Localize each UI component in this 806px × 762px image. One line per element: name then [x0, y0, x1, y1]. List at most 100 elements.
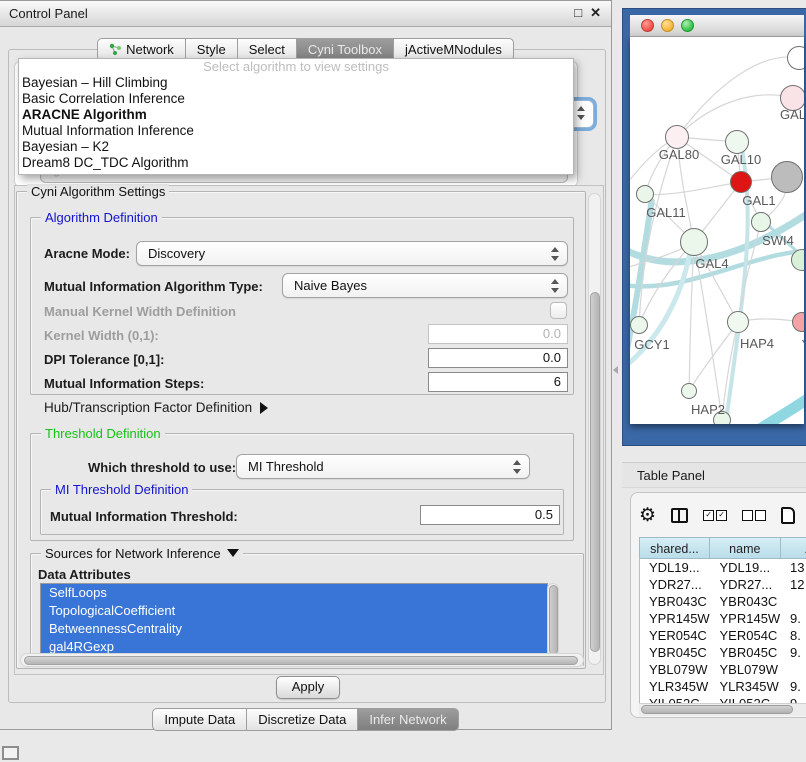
docked-panel-icon[interactable] [2, 746, 19, 760]
table-row[interactable]: YPR145WYPR145W9. [640, 610, 806, 627]
network-node[interactable] [787, 46, 804, 70]
network-node[interactable] [727, 311, 749, 333]
columns-icon[interactable] [671, 508, 688, 523]
expand-arrow-icon [260, 402, 268, 414]
menu-item[interactable]: Bayesian – K2 [19, 139, 573, 155]
list-item[interactable]: SelfLoops [41, 584, 547, 602]
group-title: MI Threshold Definition [51, 482, 192, 497]
checked-box-icon: ✓ [703, 510, 714, 521]
column-header[interactable]: name [710, 537, 781, 559]
cell: YDL19... [640, 559, 711, 576]
mi-threshold-input[interactable]: 0.5 [420, 505, 560, 525]
control-panel-titlebar: Control Panel □ ✕ [0, 1, 611, 27]
cell: YER054C [711, 627, 782, 644]
dpi-tolerance-input[interactable]: 0.0 [428, 348, 568, 368]
node-label: GAL4 [695, 256, 728, 271]
menu-item[interactable]: Dream8 DC_TDC Algorithm [19, 155, 573, 171]
settings-vertical-scrollbar[interactable] [588, 193, 601, 665]
select-all-columns-icon[interactable]: ✓ ✓ [703, 510, 727, 521]
network-node[interactable] [725, 130, 749, 154]
cell: YDR27... [640, 576, 711, 593]
tab-discretize-data[interactable]: Discretize Data [246, 708, 358, 731]
combo-arrows-icon [576, 106, 585, 120]
network-node[interactable] [680, 228, 708, 256]
network-icon [109, 43, 122, 56]
cell [781, 593, 806, 610]
which-threshold-combo[interactable]: MI Threshold [236, 454, 530, 479]
close-icon[interactable]: ✕ [590, 5, 601, 21]
network-node[interactable] [730, 171, 752, 193]
cell: YDR27... [711, 576, 782, 593]
close-traffic-light-icon[interactable] [641, 19, 654, 32]
network-view-window: GAL GAL80 GAL10 GAL1 GAL11 SWI4 GAL4 GCY… [622, 8, 806, 446]
table-row[interactable]: YLR345WYLR345W9. [640, 678, 806, 695]
application-root: Control Panel □ ✕ Network Style Select [0, 0, 806, 762]
aracne-mode-combo[interactable]: Discovery [136, 241, 568, 266]
network-node[interactable] [665, 125, 689, 149]
cell: 9. [781, 678, 806, 695]
float-window-icon[interactable]: □ [574, 5, 582, 21]
table-row[interactable]: YER054CYER054C8. [640, 627, 806, 644]
cell: 8. [781, 627, 806, 644]
aracne-mode-label: Aracne Mode: [44, 246, 130, 261]
menu-item[interactable]: Basic Correlation Inference [19, 91, 573, 107]
network-node[interactable] [681, 383, 697, 399]
tab-label: Style [197, 39, 226, 60]
menu-item-highlighted[interactable]: ARACNE Algorithm [19, 107, 573, 123]
network-node[interactable] [771, 161, 803, 193]
network-node[interactable] [636, 185, 654, 203]
network-canvas[interactable]: GAL GAL80 GAL10 GAL1 GAL11 SWI4 GAL4 GCY… [630, 37, 804, 424]
node-label: GCY1 [634, 337, 669, 352]
minimize-traffic-light-icon[interactable] [661, 19, 674, 32]
sources-toggle[interactable]: Sources for Network Inference [41, 546, 243, 561]
table-row[interactable]: YBL079WYBL079W [640, 661, 806, 678]
network-node[interactable] [751, 212, 771, 232]
tab-infer-network[interactable]: Infer Network [357, 708, 458, 731]
hub-definition-toggle[interactable]: Hub/Transcription Factor Definition [44, 400, 268, 415]
tab-label: Discretize Data [258, 709, 346, 730]
list-item[interactable]: TopologicalCoefficient [41, 602, 547, 620]
column-header[interactable]: A [781, 537, 806, 559]
table-horizontal-scrollbar[interactable] [639, 703, 806, 716]
node-label: HAP4 [740, 336, 774, 351]
data-attributes-list: SelfLoops TopologicalCoefficient Between… [40, 583, 548, 659]
mi-steps-label: Mutual Information Steps: [44, 376, 204, 391]
cell: YBL079W [711, 661, 782, 678]
cell: YPR145W [711, 610, 782, 627]
hub-definition-label: Hub/Transcription Factor Definition [44, 400, 252, 415]
cell: YBL079W [640, 661, 711, 678]
cell: YDL19... [711, 559, 782, 576]
table-row[interactable]: YDR27...YDR27...12 [640, 576, 806, 593]
zoom-traffic-light-icon[interactable] [681, 19, 694, 32]
tab-impute-data[interactable]: Impute Data [152, 708, 247, 731]
cell: YER054C [640, 627, 711, 644]
menu-item[interactable]: Bayesian – Hill Climbing [19, 75, 573, 91]
combo-arrows-icon [550, 279, 559, 293]
column-header[interactable]: shared... [639, 537, 710, 559]
gear-icon[interactable]: ⚙ [639, 506, 656, 525]
node-label: Y [802, 337, 804, 352]
table-row[interactable]: YBR045CYBR045C9. [640, 644, 806, 661]
table-body: YDL19...YDL19...13 YDR27...YDR27...12 YB… [639, 559, 806, 704]
manual-kernel-checkbox[interactable] [550, 302, 567, 319]
deselect-all-columns-icon[interactable] [742, 510, 766, 521]
apply-button[interactable]: Apply [276, 676, 340, 699]
function-builder-icon[interactable] [781, 507, 795, 524]
splitter-handle[interactable] [613, 366, 618, 374]
menu-item[interactable]: Mutual Information Inference [19, 123, 573, 139]
mi-steps-input[interactable]: 6 [428, 372, 568, 392]
list-item[interactable]: BetweennessCentrality [41, 620, 547, 638]
table-row[interactable]: YDL19...YDL19...13 [640, 559, 806, 576]
network-node[interactable] [630, 316, 648, 334]
checked-box-icon: ✓ [716, 510, 727, 521]
list-scrollbar[interactable] [547, 583, 559, 657]
cell: 9. [781, 644, 806, 661]
cell: YLR345W [640, 678, 711, 695]
table-row[interactable]: YBR043CYBR043C [640, 593, 806, 610]
combo-value: Discovery [148, 246, 205, 261]
unchecked-box-icon [755, 510, 766, 521]
mi-type-combo[interactable]: Naive Bayes [282, 273, 568, 298]
kernel-width-input[interactable]: 0.0 [428, 324, 568, 344]
combo-arrows-icon [512, 460, 521, 474]
settings-horizontal-scrollbar[interactable] [20, 653, 584, 667]
